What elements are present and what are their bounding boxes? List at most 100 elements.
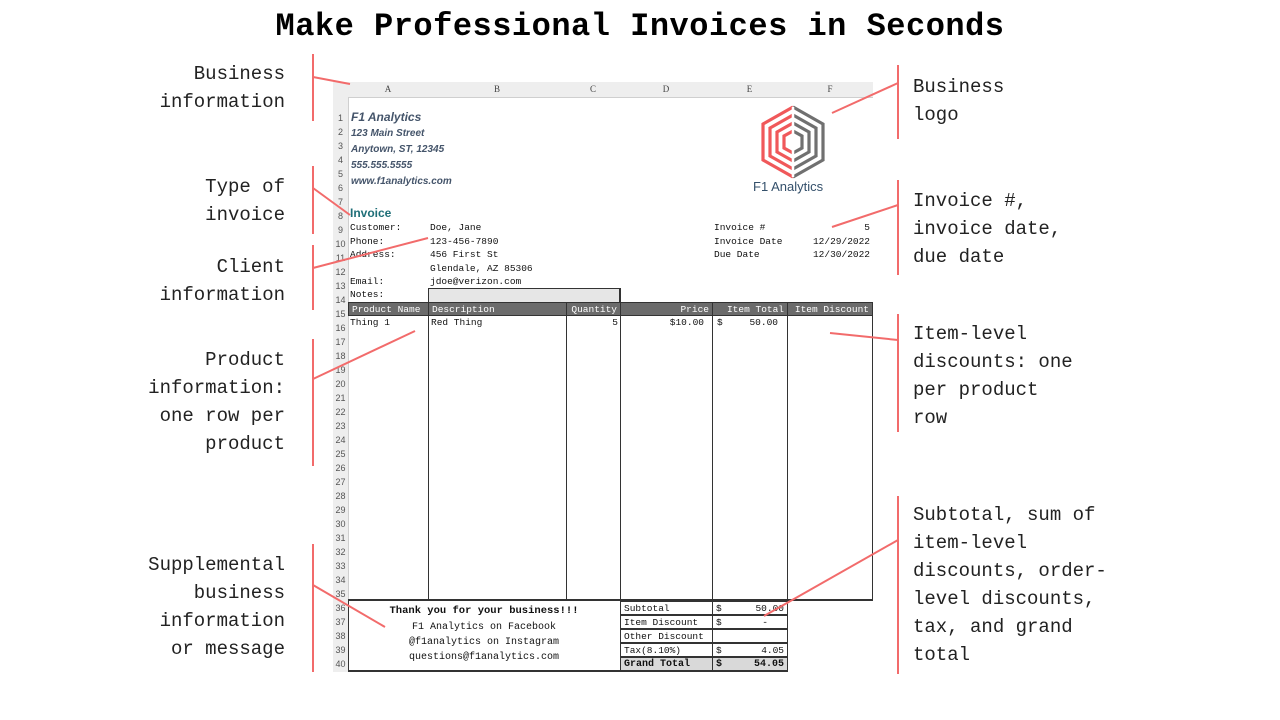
footer-email: questions@f1analytics.com: [408, 652, 560, 663]
row-number[interactable]: 30: [333, 517, 348, 531]
row-number[interactable]: 18: [333, 349, 348, 363]
hexagon-maze-logo-icon: [761, 105, 825, 179]
row-item-discount[interactable]: [789, 316, 869, 330]
row-number[interactable]: 5: [333, 167, 348, 181]
row-number[interactable]: 26: [333, 461, 348, 475]
row-number[interactable]: 24: [333, 433, 348, 447]
row-number[interactable]: 3: [333, 139, 348, 153]
row-number[interactable]: 7: [333, 195, 348, 209]
row-total-currency: $: [717, 317, 723, 328]
annotation-business-logo: Business logo: [913, 76, 1005, 126]
invoice-number-value[interactable]: 5: [803, 221, 870, 235]
column-header-c[interactable]: C: [566, 82, 621, 98]
row-product-name[interactable]: Thing 1: [350, 316, 390, 330]
column-header-f[interactable]: F: [787, 82, 873, 98]
address-line1[interactable]: 456 First St: [430, 248, 498, 262]
totals-value[interactable]: $50.00: [712, 601, 788, 615]
row-number[interactable]: 21: [333, 391, 348, 405]
row-number[interactable]: 32: [333, 545, 348, 559]
currency-symbol: $: [716, 617, 722, 628]
row-number[interactable]: 11: [333, 251, 348, 265]
row-number[interactable]: 6: [333, 181, 348, 195]
row-number[interactable]: 14: [333, 293, 348, 307]
address-label: Address:: [350, 249, 396, 260]
row-number[interactable]: 33: [333, 559, 348, 573]
row-number[interactable]: 23: [333, 419, 348, 433]
row-price[interactable]: $10.00: [622, 316, 704, 330]
phone-label: Phone:: [350, 236, 385, 247]
row-number[interactable]: 17: [333, 335, 348, 349]
column-header-a[interactable]: A: [348, 82, 429, 98]
address-line2[interactable]: Glendale, AZ 85306: [430, 262, 533, 276]
row-number[interactable]: 16: [333, 321, 348, 335]
table-divider: [872, 302, 873, 599]
invoice-spreadsheet: A B C D E F 1 2 3 4 5 6 7 8 9 10 11 12 13 14 15 16 17 18 1…: [333, 82, 873, 672]
totals-label: Other Discount: [620, 629, 713, 643]
logo-text: F1 Analytics: [753, 179, 824, 194]
totals-label: Grand Total: [620, 657, 713, 671]
row-number[interactable]: 38: [333, 629, 348, 643]
totals-label: Tax(8.10%): [620, 643, 713, 657]
table-header-price: Price: [620, 302, 713, 316]
row-number[interactable]: 37: [333, 615, 348, 629]
totals-value[interactable]: [712, 629, 788, 643]
currency-symbol: $: [716, 603, 722, 614]
row-number[interactable]: 15: [333, 307, 348, 321]
amount: 50.00: [755, 603, 784, 614]
row-number[interactable]: 8: [333, 209, 348, 223]
column-header-d[interactable]: D: [620, 82, 713, 98]
invoice-date-value[interactable]: 12/29/2022: [803, 235, 870, 249]
annotation-client-info: Client information: [159, 256, 285, 306]
row-number[interactable]: 39: [333, 643, 348, 657]
column-header-e[interactable]: E: [712, 82, 788, 98]
row-quantity[interactable]: 5: [568, 316, 618, 330]
row-number[interactable]: 22: [333, 405, 348, 419]
row-number[interactable]: 19: [333, 363, 348, 377]
row-number[interactable]: 10: [333, 237, 348, 251]
row-number[interactable]: 4: [333, 153, 348, 167]
select-all-corner[interactable]: [333, 82, 349, 98]
table-header-description: Description: [428, 302, 567, 316]
row-number[interactable]: 25: [333, 447, 348, 461]
row-description[interactable]: Red Thing: [431, 316, 482, 330]
row-number[interactable]: 34: [333, 573, 348, 587]
invoice-title: Invoice: [350, 206, 392, 220]
customer-label: Customer:: [350, 222, 402, 233]
row-number[interactable]: 28: [333, 489, 348, 503]
row-number[interactable]: 29: [333, 503, 348, 517]
totals-value[interactable]: $ -: [712, 615, 788, 629]
row-item-total[interactable]: 50.00: [723, 316, 778, 330]
business-street: 123 Main Street: [351, 128, 425, 139]
row-number[interactable]: 12: [333, 265, 348, 279]
page-title: Make Professional Invoices in Seconds: [275, 8, 1005, 45]
annotation-invoice-type: Type of invoice: [205, 176, 285, 226]
totals-value[interactable]: $54.05: [712, 657, 788, 671]
due-date-label: Due Date: [714, 249, 760, 260]
row-number[interactable]: 36: [333, 601, 348, 615]
totals-value[interactable]: $4.05: [712, 643, 788, 657]
row-number[interactable]: 27: [333, 475, 348, 489]
row-number[interactable]: 40: [333, 657, 348, 671]
row-number[interactable]: 35: [333, 587, 348, 601]
totals-label: Item Discount: [620, 615, 713, 629]
row-number[interactable]: 20: [333, 377, 348, 391]
business-phone: 555.555.5555: [351, 160, 413, 171]
customer-value[interactable]: Doe, Jane: [430, 221, 481, 235]
row-number[interactable]: 13: [333, 279, 348, 293]
table-header-product-name: Product Name: [348, 302, 429, 316]
totals-label: Subtotal: [620, 601, 713, 615]
business-name: F1 Analytics: [351, 110, 422, 124]
row-number[interactable]: 31: [333, 531, 348, 545]
row-number[interactable]: 9: [333, 223, 348, 237]
amount: -: [762, 617, 768, 628]
row-number[interactable]: 1: [333, 111, 348, 125]
email-value[interactable]: jdoe@verizon.com: [430, 275, 521, 289]
annotation-product-info: Product information: one row per product: [148, 349, 285, 455]
due-date-value[interactable]: 12/30/2022: [803, 248, 870, 262]
row-number[interactable]: 2: [333, 125, 348, 139]
phone-value[interactable]: 123-456-7890: [430, 235, 498, 249]
column-header-b[interactable]: B: [428, 82, 567, 98]
annotation-supplemental: Supplemental business information or mes…: [148, 554, 285, 660]
notes-field[interactable]: [428, 288, 620, 302]
footer-thank-you: Thank you for your business!!!: [389, 605, 579, 617]
